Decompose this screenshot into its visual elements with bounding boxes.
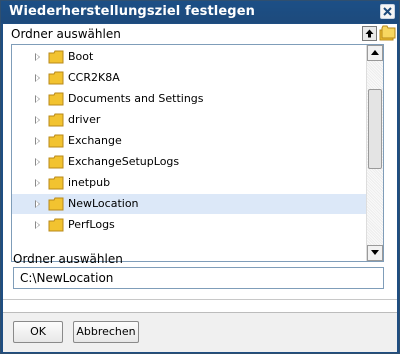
cancel-button[interactable]: Abbrechen <box>73 321 139 343</box>
tree-row-perflogs[interactable]: PerfLogs <box>12 215 366 235</box>
arrow-up-icon <box>365 29 374 38</box>
expand-triangle-icon[interactable] <box>35 74 40 82</box>
folder-icon <box>48 197 64 211</box>
path-input[interactable] <box>13 267 384 289</box>
folder-icon <box>48 155 64 169</box>
new-folder-icon <box>379 25 396 41</box>
ok-button[interactable]: OK <box>13 321 63 343</box>
tree-header: Ordner auswählen <box>3 24 397 44</box>
folder-icon <box>48 113 64 127</box>
tree-row-boot[interactable]: Boot <box>12 47 366 67</box>
title-bar: Wiederherstellungsziel festlegen <box>1 1 399 23</box>
close-button[interactable] <box>380 4 395 19</box>
tree-row-label: Boot <box>68 50 94 63</box>
tree-row-documents-and-settings[interactable]: Documents and Settings <box>12 89 366 109</box>
folder-icon <box>48 176 64 190</box>
divider <box>3 299 397 300</box>
expand-triangle-icon[interactable] <box>35 137 40 145</box>
scroll-down-button[interactable] <box>367 245 383 261</box>
tree-row-label: PerfLogs <box>68 218 115 231</box>
scroll-up-arrow-icon <box>371 50 379 55</box>
folder-icon <box>48 218 64 232</box>
tree-row-ccr2k8a[interactable]: CCR2K8A <box>12 68 366 88</box>
tree-row-label: Documents and Settings <box>68 92 204 105</box>
tree-header-label: Ordner auswählen <box>11 27 121 41</box>
tree-row-exchangesetuplogs[interactable]: ExchangeSetupLogs <box>12 152 366 172</box>
dialog-title: Wiederherstellungsziel festlegen <box>9 4 255 19</box>
tree-row-newlocation[interactable]: NewLocation <box>12 194 366 214</box>
expand-triangle-icon[interactable] <box>35 116 40 124</box>
tree-row-label: NewLocation <box>68 197 139 210</box>
tree-row-label: inetpub <box>68 176 111 189</box>
folder-icon <box>48 50 64 64</box>
folder-icon <box>48 134 64 148</box>
expand-triangle-icon[interactable] <box>35 221 40 229</box>
tree-row-inetpub[interactable]: inetpub <box>12 173 366 193</box>
expand-triangle-icon[interactable] <box>35 158 40 166</box>
expand-triangle-icon[interactable] <box>35 53 40 61</box>
restore-target-dialog: Wiederherstellungsziel festlegen Ordner … <box>0 0 400 354</box>
tree-row-exchange[interactable]: Exchange <box>12 131 366 151</box>
expand-triangle-icon[interactable] <box>35 179 40 187</box>
dialog-body: Ordner auswählen Boot CCR2K8A Documents … <box>3 24 397 352</box>
tree-row-label: CCR2K8A <box>68 71 120 84</box>
expand-triangle-icon[interactable] <box>35 200 40 208</box>
folder-tree[interactable]: Boot CCR2K8A Documents and Settings driv… <box>11 44 384 262</box>
tree-row-driver[interactable]: driver <box>12 110 366 130</box>
expand-triangle-icon[interactable] <box>35 95 40 103</box>
tree-vertical-scrollbar[interactable] <box>366 45 383 261</box>
scroll-up-button[interactable] <box>367 45 383 61</box>
scroll-down-arrow-icon <box>371 250 379 255</box>
close-icon <box>383 7 392 16</box>
new-folder-button[interactable] <box>379 25 396 42</box>
folder-icon <box>48 71 64 85</box>
folder-icon <box>48 92 64 106</box>
tree-row-label: ExchangeSetupLogs <box>68 155 180 168</box>
tree-row-label: Exchange <box>68 134 122 147</box>
tree-row-label: driver <box>68 113 101 126</box>
up-folder-button[interactable] <box>362 26 377 41</box>
path-label: Ordner auswählen <box>13 252 123 266</box>
scroll-thumb[interactable] <box>368 89 382 169</box>
button-bar: OK Abbrechen <box>3 312 397 352</box>
